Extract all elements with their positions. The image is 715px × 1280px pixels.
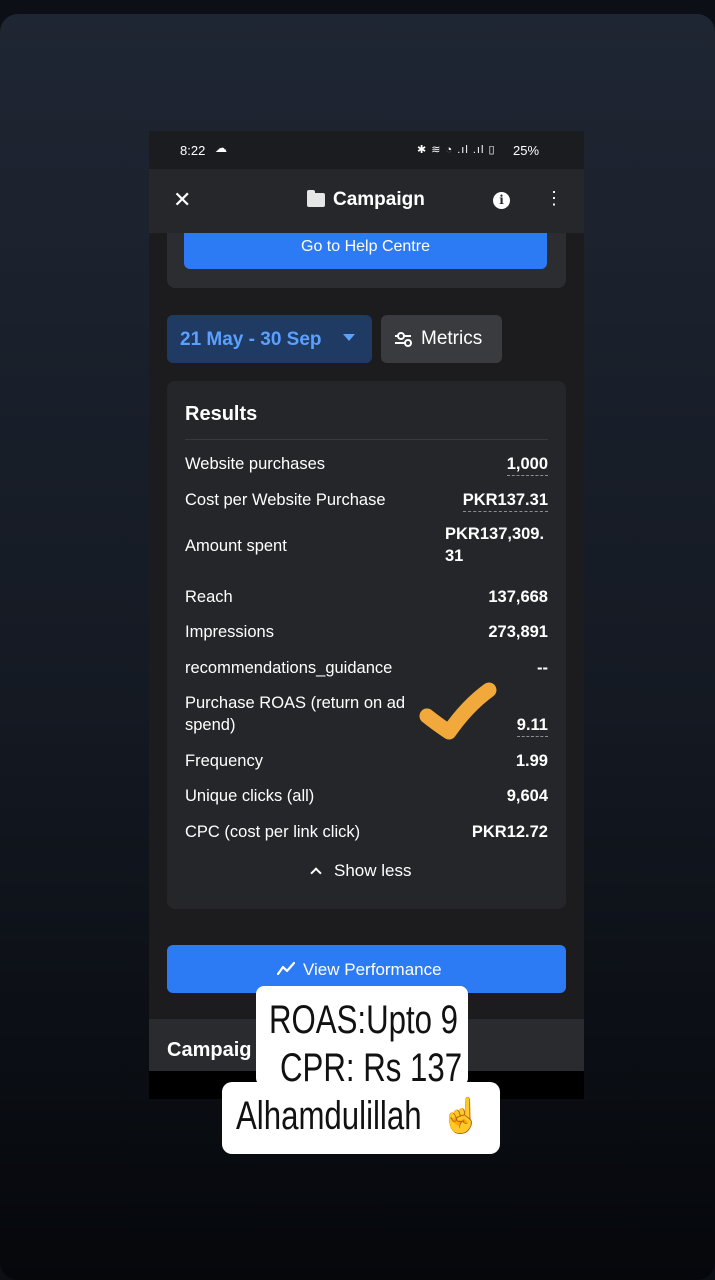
metric-label: Cost per Website Purchase [185, 491, 386, 509]
metric-label: Unique clicks (all) [185, 787, 315, 805]
metric-value: 273,891 [488, 623, 548, 641]
metrics-button[interactable]: Metrics [381, 315, 502, 363]
date-range-label: 21 May - 30 Sep [180, 329, 322, 350]
show-less-label: Show less [334, 861, 412, 880]
date-range-button[interactable]: 21 May - 30 Sep [167, 315, 372, 363]
text-sticker: ROAS:Upto 9 CPR: Rs 137 Alhamdulillah ☝ [222, 986, 500, 1154]
title-group: Campaign [307, 189, 425, 211]
metric-value[interactable]: PKR137.31 [462, 489, 548, 512]
metric-label: Purchase ROAS (return on ad spend) [185, 694, 406, 734]
results-card: Results Website purchases 1,000 Cost per… [167, 381, 566, 909]
sticker-line-cpr: CPR: Rs 137 [280, 1046, 463, 1090]
chevron-up-icon [310, 867, 322, 879]
phone-screenshot: 8:22 ☁ ✱ ≋ ◔ .ıl .ıl ▯ 25% ✕ Campaign i … [149, 131, 584, 1099]
metric-label: Amount spent [185, 537, 287, 555]
status-time: 8:22 [180, 143, 206, 158]
metric-value: -- [537, 659, 548, 677]
status-bar: 8:22 ☁ ✱ ≋ ◔ .ıl .ıl ▯ 25% [149, 131, 584, 169]
app-bar: ✕ Campaign i ⋮ [149, 169, 584, 233]
metric-value: 1.99 [515, 752, 548, 770]
metric-label: Frequency [185, 752, 263, 770]
pointing-up-icon: ☝ [440, 1097, 483, 1135]
caret-down-icon [343, 334, 355, 341]
divider [185, 439, 548, 440]
metric-label: Impressions [185, 623, 274, 641]
metric-label: Website purchases [185, 455, 326, 473]
cloud-icon: ☁ [215, 141, 227, 155]
help-centre-button[interactable]: Go to Help Centre [184, 233, 547, 269]
folder-icon [307, 190, 325, 207]
metric-value[interactable]: 1,000 [506, 453, 548, 476]
metric-value: 9,604 [506, 787, 548, 805]
sticker-line-roas: ROAS:Upto 9 [269, 998, 459, 1042]
sliders-icon [395, 332, 412, 347]
checkmark-sticker [419, 682, 497, 740]
trend-line-icon [277, 961, 295, 975]
metric-value[interactable]: 9.11 [516, 714, 548, 737]
metric-label: Reach [185, 588, 233, 606]
help-card: Go to Help Centre [167, 233, 566, 288]
view-performance-label: View Performance [303, 960, 442, 979]
results-title: Results [185, 403, 258, 425]
battery-percent: 25% [513, 143, 540, 158]
metric-label: recommendations_guidance [185, 659, 393, 677]
metric-value: PKR137,309. 31 [445, 525, 545, 565]
metrics-label: Metrics [421, 328, 483, 349]
metric-label: CPC (cost per link click) [185, 823, 361, 841]
more-vertical-icon[interactable]: ⋮ [545, 188, 563, 209]
close-icon[interactable]: ✕ [173, 187, 191, 213]
page-title: Campaign [333, 189, 425, 210]
sticker-line-alhamdulillah: Alhamdulillah [236, 1094, 422, 1138]
show-less-button[interactable]: Show less [310, 861, 412, 881]
info-icon[interactable]: i [493, 192, 510, 209]
main-content: 21 May - 30 Sep Metrics Results Website … [149, 297, 584, 1017]
metric-value: PKR12.72 [471, 823, 548, 841]
metric-value: 137,668 [488, 588, 548, 606]
status-icons: ✱ ≋ ◔ .ıl .ıl ▯ [417, 144, 496, 156]
metric-row: Amount spent PKR137,309. 31 [185, 523, 548, 569]
